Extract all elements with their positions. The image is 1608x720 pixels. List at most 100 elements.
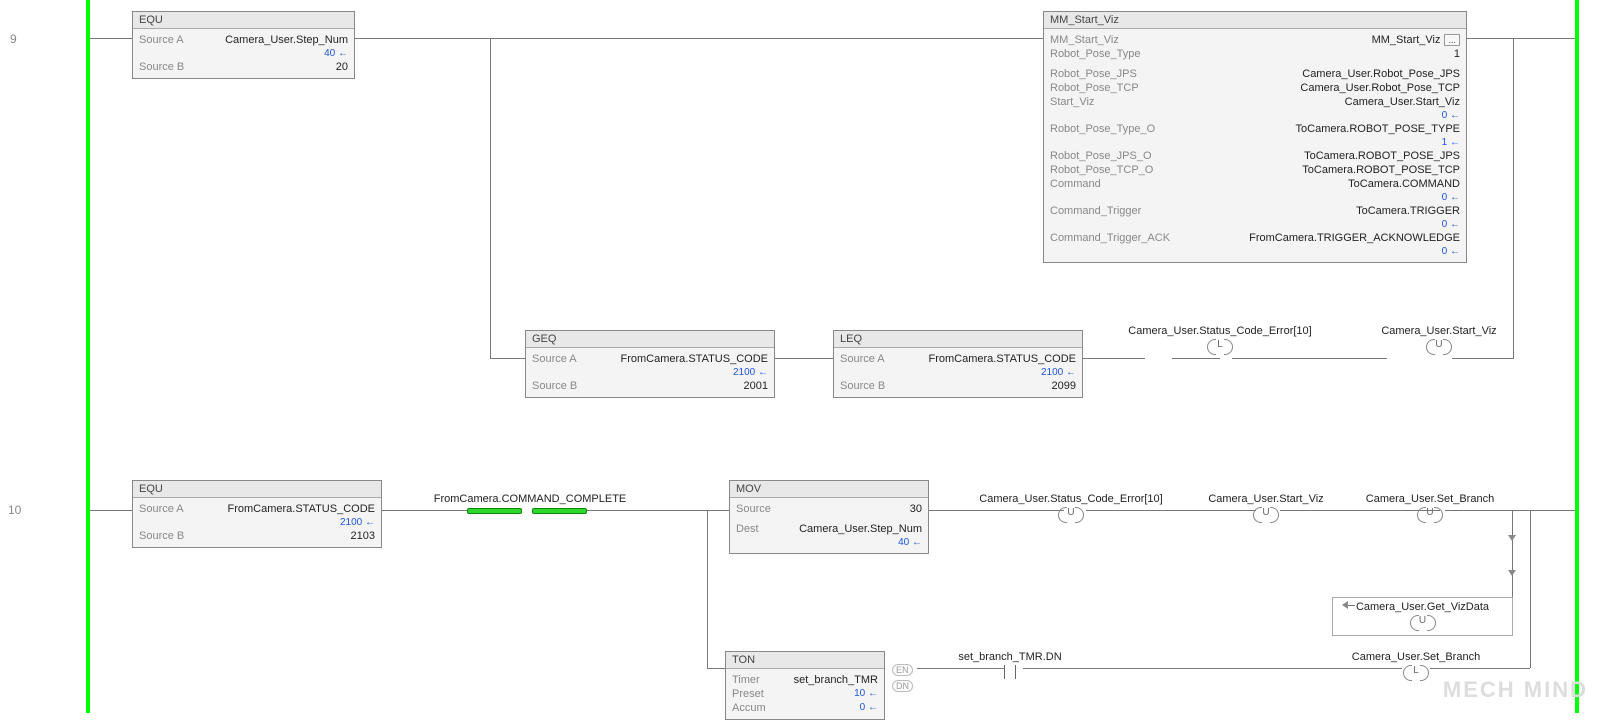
contact-icon bbox=[1001, 665, 1019, 679]
equ-block-2[interactable]: EQU Source AFromCamera.STATUS_CODE 2100 … bbox=[132, 480, 382, 548]
block-header: LEQ bbox=[834, 331, 1082, 348]
wire bbox=[1172, 358, 1220, 359]
live-value: 0 ← bbox=[1438, 110, 1460, 121]
value: Camera_User.Start_Viz bbox=[1345, 96, 1460, 108]
value: ToCamera.TRIGGER bbox=[1356, 205, 1460, 217]
power-rail-right bbox=[1575, 0, 1579, 713]
wire bbox=[355, 38, 1043, 39]
block-header: GEQ bbox=[526, 331, 774, 348]
wire bbox=[1513, 38, 1514, 358]
wire bbox=[490, 38, 491, 358]
label: Command_Trigger bbox=[1050, 205, 1141, 217]
power-rail-left bbox=[86, 0, 90, 713]
label: Robot_Pose_Type_O bbox=[1050, 123, 1155, 135]
live-value: 40 ← bbox=[894, 537, 922, 548]
value: 20 bbox=[336, 61, 348, 73]
rung-number-10: 10 bbox=[8, 503, 21, 517]
live-value: 2100 ← bbox=[1037, 367, 1076, 378]
value: FromCamera.TRIGGER_ACKNOWLEDGE bbox=[1249, 232, 1460, 244]
ton-block[interactable]: TON Timer set_branch_TMR Preset 10 ← Accum… bbox=[725, 651, 885, 720]
wire bbox=[1530, 510, 1531, 668]
wire bbox=[382, 510, 467, 511]
equ-block-1[interactable]: EQU Source ACamera_User.Step_Num 40 ← So… bbox=[132, 11, 355, 79]
xic-tmr-dn[interactable]: set_branch_TMR.DN bbox=[950, 651, 1070, 682]
live-value: 10 ← bbox=[850, 688, 878, 700]
wire bbox=[90, 510, 132, 511]
label: Start_Viz bbox=[1050, 96, 1094, 108]
value: 30 bbox=[910, 503, 922, 515]
mov-block[interactable]: MOV Source30 DestCamera_User.Step_Num 40… bbox=[729, 480, 929, 554]
coil-unlatch-icon: U bbox=[1426, 339, 1452, 353]
power-flow-bar bbox=[532, 508, 587, 514]
value: FromCamera.STATUS_CODE bbox=[928, 353, 1076, 365]
label: Robot_Pose_TCP bbox=[1050, 82, 1139, 94]
coil-label: Camera_User.Start_Viz bbox=[1196, 493, 1336, 505]
wire bbox=[707, 510, 729, 511]
arrow-down-icon bbox=[1508, 570, 1516, 576]
value: Camera_User.Robot_Pose_JPS bbox=[1302, 68, 1460, 80]
label: Accum bbox=[732, 702, 766, 714]
value: set_branch_TMR bbox=[794, 674, 878, 686]
coil-latch-icon: L bbox=[1207, 339, 1233, 353]
label: Source bbox=[736, 503, 771, 515]
wire bbox=[1452, 358, 1514, 359]
wire bbox=[1445, 510, 1512, 511]
geq-block[interactable]: GEQ Source AFromCamera.STATUS_CODE 2100 … bbox=[525, 330, 775, 398]
coil-latch-icon: L bbox=[1403, 665, 1429, 679]
wire bbox=[707, 668, 725, 669]
coil-unlatch-icon: U bbox=[1410, 615, 1436, 629]
coil-status-code-error-latch[interactable]: Camera_User.Status_Code_Error[10] L bbox=[1120, 325, 1320, 356]
coil-start-viz-unlatch[interactable]: Camera_User.Start_Viz U bbox=[1354, 325, 1524, 356]
wire bbox=[1467, 38, 1575, 39]
value: ToCamera.ROBOT_POSE_TCP bbox=[1302, 164, 1460, 176]
wire bbox=[90, 38, 132, 39]
wire bbox=[775, 358, 833, 359]
label: Source B bbox=[840, 380, 885, 392]
coil-label: Camera_User.Status_Code_Error[10] bbox=[966, 493, 1176, 505]
live-value: 2100 ← bbox=[729, 367, 768, 378]
coil-get-vizdata-box[interactable]: Camera_User.Get_VizData U bbox=[1332, 597, 1513, 636]
wire bbox=[1083, 358, 1145, 359]
label: Command_Trigger_ACK bbox=[1050, 232, 1170, 244]
en-pin: EN bbox=[892, 664, 913, 676]
value: MM_Start_Viz... bbox=[1372, 34, 1460, 46]
mm-start-viz-block[interactable]: MM_Start_Viz MM_Start_VizMM_Start_Viz...… bbox=[1043, 11, 1467, 263]
xic-command-complete[interactable]: FromCamera.COMMAND_COMPLETE bbox=[420, 493, 640, 507]
value: 2099 bbox=[1052, 380, 1076, 392]
wire bbox=[1232, 358, 1387, 359]
live-value: 0 ← bbox=[856, 702, 878, 714]
contact-label: FromCamera.COMMAND_COMPLETE bbox=[420, 493, 640, 505]
wire bbox=[1512, 510, 1513, 605]
wire bbox=[1430, 668, 1530, 669]
label: Source A bbox=[139, 503, 184, 515]
label: Robot_Pose_JPS_O bbox=[1050, 150, 1152, 162]
coil-set-branch-unlatch[interactable]: Camera_User.Set_Branch U bbox=[1350, 493, 1510, 524]
coil-label: Camera_User.Set_Branch bbox=[1336, 651, 1496, 663]
leq-block[interactable]: LEQ Source AFromCamera.STATUS_CODE 2100 … bbox=[833, 330, 1083, 398]
value: ToCamera.COMMAND bbox=[1348, 178, 1460, 190]
dn-pin: DN bbox=[892, 680, 913, 692]
ellipsis-button[interactable]: ... bbox=[1444, 34, 1460, 46]
coil-unlatch-icon: U bbox=[1417, 507, 1443, 521]
label: Robot_Pose_TCP_O bbox=[1050, 164, 1153, 176]
watermark: MECH MIND bbox=[1443, 677, 1588, 703]
coil-label: Camera_User.Status_Code_Error[10] bbox=[1120, 325, 1320, 337]
coil-start-viz-unlatch-2[interactable]: Camera_User.Start_Viz U bbox=[1196, 493, 1336, 524]
power-flow-bar bbox=[467, 508, 522, 514]
label: Source B bbox=[139, 61, 184, 73]
label: Preset bbox=[732, 688, 764, 700]
block-header: TON bbox=[726, 652, 884, 669]
coil-unlatch-icon: U bbox=[1253, 507, 1279, 521]
value: 2001 bbox=[744, 380, 768, 392]
label: Robot_Pose_Type bbox=[1050, 48, 1141, 60]
live-value: 40 ← bbox=[320, 48, 348, 59]
live-value: 2100 ← bbox=[336, 517, 375, 528]
value: Camera_User.Step_Num bbox=[225, 34, 348, 46]
label: Robot_Pose_JPS bbox=[1050, 68, 1137, 80]
value: FromCamera.STATUS_CODE bbox=[227, 503, 375, 515]
label: Timer bbox=[732, 674, 760, 686]
value: ToCamera.ROBOT_POSE_JPS bbox=[1304, 150, 1460, 162]
label: Source A bbox=[532, 353, 577, 365]
coil-status-code-error-unlatch[interactable]: Camera_User.Status_Code_Error[10] U bbox=[966, 493, 1176, 524]
block-header: MM_Start_Viz bbox=[1044, 12, 1466, 29]
